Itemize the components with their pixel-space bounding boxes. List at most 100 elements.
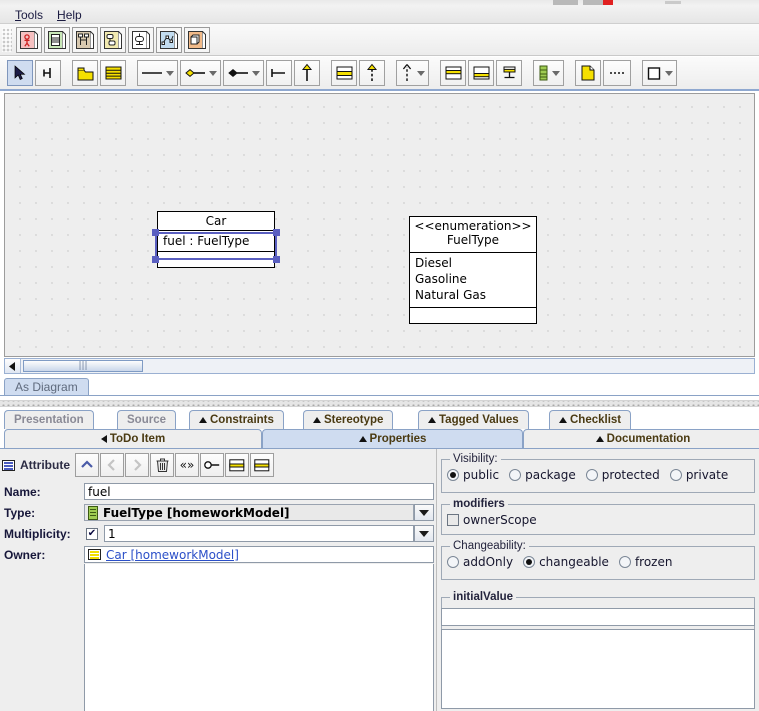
chevron-down-icon-5[interactable] [552, 70, 560, 76]
multiplicity-input[interactable]: 1 [104, 525, 414, 542]
arrow-cursor-icon [14, 65, 26, 80]
add-stereotype-button[interactable]: «» [175, 453, 199, 477]
initialvalue-expression-input[interactable] [441, 608, 755, 626]
new-usecase-diagram-button[interactable] [16, 26, 42, 53]
radio-package[interactable] [509, 469, 522, 481]
dependency-tool-button[interactable] [396, 60, 429, 86]
enumeration-literals-compartment[interactable]: Diesel Gasoline Natural Gas [410, 252, 536, 307]
chevron-down-icon[interactable] [166, 70, 174, 76]
radio-private[interactable] [669, 469, 682, 481]
multiplicity-checkbox[interactable]: ✔ [86, 527, 98, 540]
broom-tool-button[interactable] [35, 60, 61, 86]
generalization-tool-button[interactable] [294, 60, 320, 86]
class-attr-compartment[interactable]: fuel : FuelType [158, 230, 274, 251]
realization-tool-button[interactable] [359, 60, 385, 86]
radio-public[interactable] [447, 469, 459, 481]
type-combo[interactable]: FuelType [homeworkModel] [84, 504, 414, 521]
new-sequence-diagram-button[interactable] [72, 26, 98, 53]
tab-as-diagram[interactable]: As Diagram [4, 378, 89, 395]
enumeration-operation-compartment[interactable] [410, 307, 536, 323]
triangle-up-icon-properties [358, 436, 367, 442]
delete-button[interactable] [150, 453, 174, 477]
add-operation-tool-button[interactable] [468, 60, 494, 86]
class-operation-compartment[interactable] [158, 251, 274, 267]
new-deployment-diagram-button[interactable] [184, 26, 210, 53]
owner-link[interactable]: Car [homeworkModel] [106, 548, 239, 562]
radio-addonly[interactable] [447, 556, 459, 568]
window-extra-control[interactable] [665, 1, 681, 4]
select-tool-button[interactable] [7, 60, 33, 86]
menu-help[interactable]: Help [50, 7, 89, 23]
tab-checklist[interactable]: Checklist [549, 410, 632, 429]
attribute-tool-button[interactable] [331, 60, 357, 86]
enumeration-literal-item[interactable]: Diesel [410, 255, 536, 271]
chevron-down-icon-3[interactable] [252, 70, 260, 76]
tab-source[interactable]: Source [117, 410, 176, 429]
tab-properties[interactable]: Properties [262, 429, 523, 448]
class-diagram-canvas[interactable]: Car fuel : FuelType <<enumeration>> Fuel… [4, 93, 755, 357]
association-tool-button[interactable] [137, 60, 178, 86]
realization-arrow-icon [366, 63, 378, 81]
add-interface-button[interactable] [200, 453, 224, 477]
radio-frozen[interactable] [618, 556, 631, 568]
navigate-back-button[interactable] [100, 453, 124, 477]
initialvalue-body-textarea[interactable] [441, 629, 755, 709]
owner-list-area[interactable] [84, 564, 434, 711]
enumeration-literal-item-2[interactable]: Gasoline [410, 271, 536, 287]
uml-class-car[interactable]: Car fuel : FuelType [157, 211, 275, 268]
new-collaboration-diagram-button[interactable] [156, 26, 182, 53]
comment-link-tool-button[interactable] [603, 60, 631, 86]
add-attribute-button[interactable] [225, 453, 249, 477]
panel-splitter[interactable] [0, 400, 759, 407]
scroll-left-button[interactable] [5, 359, 21, 373]
chevron-down-icon-6[interactable] [665, 70, 673, 76]
add-operation-button[interactable] [250, 453, 274, 477]
class-name-label: Car [205, 214, 227, 228]
tab-constraints[interactable]: Constraints [189, 410, 284, 429]
radio-changeable[interactable] [523, 556, 536, 568]
new-activity-diagram-button[interactable] [128, 26, 154, 53]
broom-icon [43, 68, 51, 78]
canvas-horizontal-scrollbar[interactable]: ||| [4, 358, 755, 374]
datatype-tool-button[interactable] [642, 60, 677, 86]
uml-enumeration-fueltype[interactable]: <<enumeration>> FuelType Diesel Gasoline… [409, 216, 537, 324]
aggregation-tool-button[interactable] [180, 60, 221, 86]
initialvalue-legend: initialValue [450, 591, 517, 603]
new-class-diagram-button[interactable] [44, 26, 70, 53]
tab-presentation-label: Presentation [14, 414, 84, 426]
maximize-button[interactable] [583, 0, 603, 5]
enumeration-literal-item-3[interactable]: Natural Gas [410, 287, 536, 303]
go-up-button[interactable] [75, 453, 99, 477]
package-tool-button[interactable] [72, 60, 98, 86]
class-attribute-item[interactable]: fuel : FuelType [158, 231, 274, 251]
multiplicity-dropdown-button[interactable] [414, 525, 434, 542]
interface-tool-button[interactable] [496, 60, 522, 86]
class-tool-button[interactable] [100, 60, 126, 86]
chevron-down-icon-2[interactable] [209, 70, 217, 76]
scrollbar-thumb[interactable]: ||| [23, 360, 143, 372]
navigate-forward-button[interactable] [125, 453, 149, 477]
type-combo-dropdown-button[interactable] [414, 504, 434, 521]
tab-tagged-values[interactable]: Tagged Values [418, 410, 529, 429]
tab-documentation[interactable]: Documentation [523, 429, 759, 448]
radio-protected[interactable] [585, 469, 598, 481]
association-end-tool-button[interactable] [266, 60, 292, 86]
owner-label: Owner: [4, 547, 46, 562]
owner-field[interactable]: Car [homeworkModel] [84, 546, 434, 563]
close-button[interactable] [603, 0, 613, 5]
tab-presentation[interactable]: Presentation [4, 410, 94, 429]
checkbox-ownerscope[interactable] [447, 514, 459, 526]
toolbar-drag-handle[interactable] [2, 27, 12, 52]
comment-tool-button[interactable] [575, 60, 601, 86]
chevron-down-icon-4[interactable] [417, 70, 425, 76]
tab-todo-item[interactable]: ToDo Item [4, 429, 262, 448]
enumeration-tool-button[interactable] [533, 60, 564, 86]
minimize-button[interactable] [553, 0, 578, 5]
menu-tools[interactable]: Tools [8, 7, 50, 23]
composition-tool-button[interactable] [223, 60, 264, 86]
tab-stereotype[interactable]: Stereotype [303, 410, 394, 429]
new-state-diagram-button[interactable] [100, 26, 126, 53]
add-attribute-tool-button[interactable] [440, 60, 466, 86]
class-icon-owner [88, 549, 101, 560]
name-input[interactable]: fuel [84, 483, 434, 500]
